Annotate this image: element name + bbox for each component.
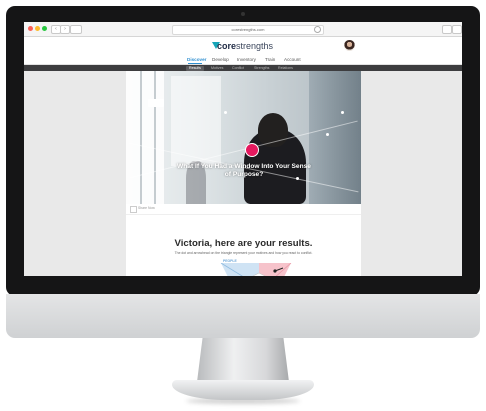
logo-text-bold: core xyxy=(217,41,237,51)
hero-window-frame xyxy=(140,71,142,204)
hero-sparkle xyxy=(341,111,344,114)
share-label[interactable]: Share Now xyxy=(138,205,155,212)
monitor-stand-foot xyxy=(172,380,314,400)
share-row xyxy=(126,204,361,215)
motive-triangle-diagram xyxy=(220,263,292,276)
avatar[interactable] xyxy=(344,40,355,51)
reload-icon[interactable] xyxy=(314,26,321,33)
monitor-chin xyxy=(6,294,480,338)
hero-window-left xyxy=(126,71,164,204)
hero-light-panel xyxy=(148,99,164,107)
url-bar[interactable]: corestrengths.com xyxy=(172,25,324,35)
hero-title: What If You Had a Window Into Your Sense… xyxy=(177,163,311,178)
sidebar-icon[interactable] xyxy=(70,25,82,34)
hero-accent-dot xyxy=(245,143,259,157)
screen: ‹ › corestrengths.com corestrengths Disc… xyxy=(24,22,462,276)
nav-item-discover[interactable]: Discover xyxy=(187,56,206,63)
zoom-dot[interactable] xyxy=(42,26,47,31)
results-subtitle: The dot and arrowhead on the triangle re… xyxy=(174,251,313,255)
share-checkbox[interactable] xyxy=(130,206,137,213)
monitor-stand-neck xyxy=(197,338,289,382)
nav-item-account[interactable]: Account xyxy=(284,56,301,63)
nav-item-train[interactable]: Train xyxy=(265,56,275,63)
people-zone xyxy=(221,263,259,276)
minimize-dot[interactable] xyxy=(35,26,40,31)
share-icon[interactable] xyxy=(442,25,452,34)
hero-sparkle xyxy=(224,111,227,114)
forward-icon[interactable]: › xyxy=(60,25,70,34)
logo-text-light: strengths xyxy=(236,41,274,51)
camera-icon xyxy=(241,12,245,16)
nav-active-indicator xyxy=(188,63,202,64)
hero-image xyxy=(126,71,361,204)
site-logo[interactable]: corestrengths xyxy=(217,41,273,51)
close-dot[interactable] xyxy=(28,26,33,31)
results-title: Victoria, here are your results. xyxy=(174,238,313,249)
hero-sparkle xyxy=(326,133,329,136)
nav-item-inventory[interactable]: Inventory xyxy=(237,56,256,63)
hero-corridor-right xyxy=(309,71,361,204)
tabs-icon[interactable] xyxy=(452,25,462,34)
nav-item-develop[interactable]: Develop xyxy=(212,56,229,63)
hero-window-frame xyxy=(154,71,156,204)
